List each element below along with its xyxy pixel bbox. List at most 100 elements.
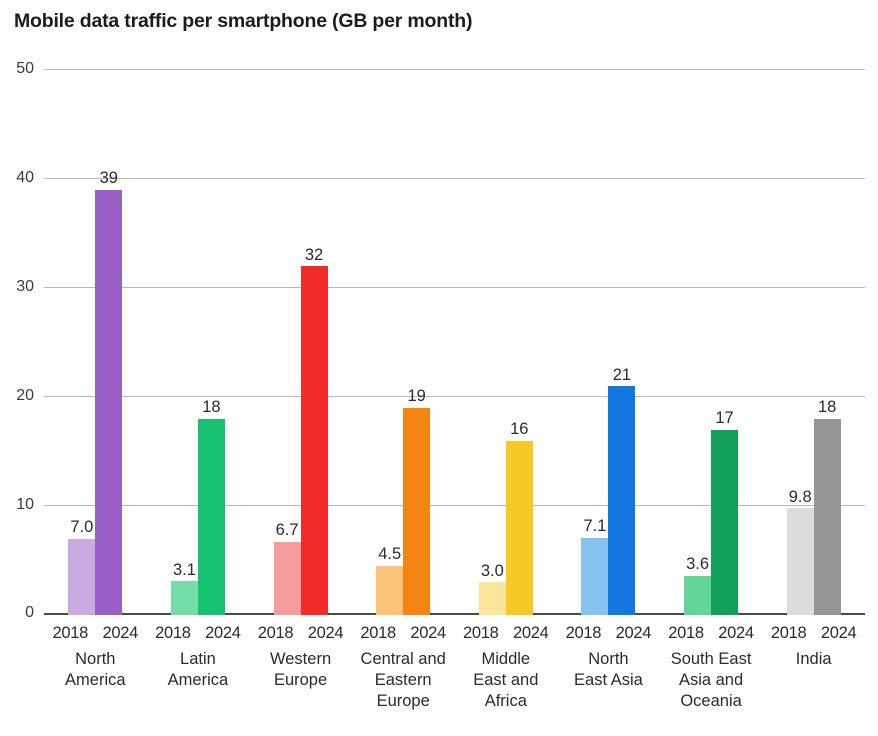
x-axis-year-label: 2018: [52, 624, 89, 642]
bar-pair: 9.8 18: [783, 70, 845, 615]
x-axis-year-label: 2024: [205, 624, 241, 642]
bar-2024[interactable]: 18: [197, 399, 225, 615]
y-axis-tick-label: 20: [16, 387, 34, 404]
bar-value-label: 16: [510, 420, 529, 439]
x-axis-region-label: Central and Eastern Europe: [360, 650, 446, 711]
bar-slot: 6.7: [273, 70, 301, 615]
bar-value-label: 32: [304, 245, 324, 264]
bar-group: 3.0 16: [475, 70, 537, 615]
bar-value-label: 18: [818, 398, 837, 417]
x-axis-year-label: 2024: [820, 624, 857, 642]
x-axis-year-label: 2024: [615, 624, 652, 642]
plot-area: 0 10 20 30 40 50 7.0 39 3.1 18 6.7 32 4.5 19 3.0 16 7.1 2…: [16, 60, 865, 621]
x-axis-labels: 2018 2024 North America 2018 2024 Latin Ameri…: [44, 619, 865, 736]
bar-pair: 3.6 17: [680, 70, 742, 615]
bar-value-label: 3.0: [480, 561, 504, 580]
bar-slot: 9.8: [786, 70, 814, 615]
bar-pair: 3.1 18: [167, 70, 229, 615]
bar-slot: 18: [197, 70, 225, 615]
bar-2024[interactable]: 39: [95, 170, 123, 615]
bar-value-label: 3.1: [172, 560, 196, 579]
bar-2024[interactable]: 17: [711, 410, 739, 615]
x-axis-year-label: 2024: [718, 624, 754, 642]
x-axis-region-label: Latin America: [167, 650, 229, 690]
y-axis-tick-label: 40: [16, 169, 34, 186]
bar-2018[interactable]: 3.6: [684, 556, 712, 615]
bar-value-label: 9.8: [788, 487, 812, 506]
bar-slot: 7.0: [68, 70, 96, 615]
y-axis-tick-label: 50: [16, 60, 34, 77]
x-axis-region-label: South East Asia and Oceania: [670, 650, 752, 711]
x-axis-year-label: 2024: [102, 624, 139, 642]
bar-value-label: 7.0: [70, 518, 94, 537]
bar-slot: 32: [300, 70, 328, 615]
bar-slot: 3.0: [478, 70, 506, 615]
bar-2018[interactable]: 3.1: [170, 562, 198, 615]
chart-title: Mobile data traffic per smartphone (GB p…: [14, 10, 473, 32]
bar-group: 3.6 17: [680, 70, 742, 615]
bar-slot: 19: [403, 70, 431, 615]
x-axis-group: 2018 2024 South East Asia and Oceania: [660, 619, 763, 712]
bar-value-label: 21: [612, 365, 632, 384]
bar-pair: 7.1 21: [577, 70, 639, 615]
bar-2024[interactable]: 19: [403, 388, 431, 615]
bar-2024[interactable]: 32: [300, 247, 328, 615]
bar-slot: 18: [813, 70, 841, 615]
x-axis-year-label: 2024: [513, 624, 549, 642]
x-axis-year-row: 2018 2024: [147, 624, 250, 643]
bar-value-label: 4.5: [378, 545, 402, 564]
x-axis-year-row: 2018 2024: [557, 624, 660, 643]
bar-2018[interactable]: 4.5: [376, 546, 404, 615]
bar-slot: 7.1: [581, 70, 609, 615]
x-axis-group: 2018 2024 North America: [44, 619, 147, 691]
bar-value-label: 7.1: [583, 517, 607, 536]
bar-value-label: 19: [407, 387, 426, 406]
x-axis-year-label: 2024: [307, 624, 344, 642]
x-axis-group: 2018 2024 Central and Eastern Europe: [352, 619, 455, 712]
x-axis-region-label: North East Asia: [574, 650, 643, 690]
x-axis-year-label: 2018: [257, 624, 294, 642]
bar-value-label: 39: [99, 169, 118, 188]
x-axis-group: 2018 2024 Latin America: [147, 619, 250, 691]
bar-slot: 4.5: [376, 70, 404, 615]
x-axis-region-label: India: [795, 650, 832, 668]
bar-slot: 39: [95, 70, 123, 615]
bar-slot: 17: [711, 70, 739, 615]
x-axis-year-label: 2018: [668, 624, 704, 642]
x-axis-year-label: 2018: [565, 624, 602, 642]
bar-2024[interactable]: 21: [608, 367, 636, 615]
x-axis-year-label: 2018: [360, 624, 396, 642]
y-axis-tick-label: 30: [16, 278, 34, 295]
bar-2018[interactable]: 3.0: [478, 563, 506, 615]
x-axis-region-label: North America: [65, 650, 126, 690]
bar-pair: 6.7 32: [270, 70, 332, 615]
bar-group: 4.5 19: [372, 70, 434, 615]
bar-chart: Mobile data traffic per smartphone (GB p…: [0, 0, 878, 736]
bar-2024[interactable]: 18: [813, 399, 841, 615]
bar-value-label: 3.6: [686, 555, 710, 574]
x-axis-year-label: 2018: [770, 624, 807, 642]
bar-value-label: 17: [715, 409, 734, 428]
x-axis-year-label: 2018: [155, 624, 191, 642]
x-axis-year-row: 2018 2024: [249, 624, 352, 643]
bar-2018[interactable]: 9.8: [786, 489, 814, 615]
x-axis-region-label: Western Europe: [269, 650, 332, 690]
y-axis-tick-label: 10: [16, 496, 34, 513]
y-axis-tick-label: 0: [25, 604, 34, 621]
x-axis-year-row: 2018 2024: [455, 624, 558, 643]
bar-slot: 3.1: [170, 70, 198, 615]
bar-2018[interactable]: 7.1: [581, 518, 609, 615]
bar-group: 6.7 32: [270, 70, 332, 615]
bar-value-label: 18: [202, 398, 221, 417]
bar-2018[interactable]: 7.0: [68, 519, 96, 615]
x-axis-year-row: 2018 2024: [44, 624, 147, 643]
bar-pair: 7.0 39: [64, 70, 126, 615]
x-axis-year-label: 2024: [410, 624, 446, 642]
bar-slot: 16: [505, 70, 533, 615]
bar-2024[interactable]: 16: [505, 421, 533, 615]
bar-group: 7.1 21: [577, 70, 639, 615]
x-axis-group: 2018 2024 India: [762, 619, 865, 670]
bar-pair: 4.5 19: [372, 70, 434, 615]
bar-2018[interactable]: 6.7: [273, 522, 301, 615]
bar-group: 7.0 39: [64, 70, 126, 615]
